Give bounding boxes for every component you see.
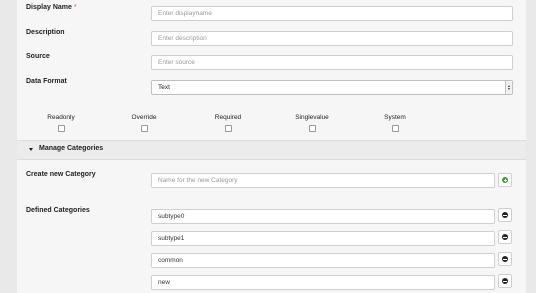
source-input[interactable] (151, 55, 513, 70)
flag-singlevalue: Singlevalue (282, 114, 342, 132)
minus-circle-icon (502, 234, 508, 240)
display-name-input[interactable] (151, 6, 513, 21)
description-label: Description (26, 29, 65, 36)
flag-label: System (384, 114, 406, 121)
readonly-checkbox[interactable] (57, 125, 65, 132)
flag-label: Override (131, 114, 157, 121)
manage-categories-title: Manage Categories (39, 145, 104, 152)
category-input[interactable] (151, 209, 495, 224)
category-input[interactable] (151, 253, 495, 268)
create-category-label: Create new Category (26, 171, 96, 178)
new-category-input[interactable] (151, 173, 495, 188)
flag-system: System (365, 114, 425, 132)
data-format-label: Data Format (26, 78, 67, 85)
remove-category-button[interactable] (498, 230, 512, 244)
description-input[interactable] (151, 31, 513, 46)
flag-label: Singlevalue (295, 114, 329, 121)
minus-circle-icon (502, 212, 508, 218)
singlevalue-checkbox[interactable] (308, 125, 316, 132)
flag-readonly: Readonly (31, 114, 91, 132)
source-label: Source (26, 53, 50, 60)
category-input[interactable] (151, 231, 495, 246)
flag-label: Readonly (47, 114, 75, 121)
remove-category-button[interactable] (498, 208, 512, 222)
required-checkbox[interactable] (224, 125, 232, 132)
data-format-value: Text (158, 84, 170, 91)
add-category-button[interactable] (498, 173, 512, 187)
required-mark: * (73, 4, 77, 11)
defined-categories-label: Defined Categories (26, 207, 90, 214)
category-input[interactable] (151, 275, 495, 290)
data-format-select[interactable]: Text (151, 80, 513, 95)
flag-label: Required (214, 114, 242, 121)
system-checkbox[interactable] (391, 125, 399, 132)
caret-down-icon (29, 148, 33, 151)
minus-circle-icon (502, 278, 508, 284)
override-checkbox[interactable] (140, 125, 148, 132)
remove-category-button[interactable] (498, 252, 512, 266)
flag-override: Override (114, 114, 174, 132)
attribute-form-panel: Display Name * Description Source Data F… (17, 0, 526, 293)
manage-categories-header[interactable]: Manage Categories (17, 140, 526, 160)
select-arrows-icon (505, 81, 512, 94)
display-name-label: Display Name * (26, 4, 77, 11)
flag-required: Required (198, 114, 258, 132)
plus-circle-icon (502, 177, 508, 183)
minus-circle-icon (502, 256, 508, 262)
remove-category-button[interactable] (498, 274, 512, 288)
